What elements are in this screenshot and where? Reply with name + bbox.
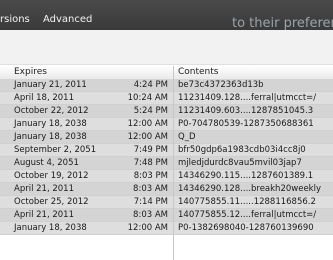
expires-date: January 21, 2011 (14, 80, 87, 90)
expires-time: 8:03 AM (133, 210, 168, 220)
table-row[interactable]: April 21, 2011 8:03 AM 140775855.12....fer… (0, 209, 333, 222)
search-bar-area: 🔍︎ ✕ (0, 30, 333, 92)
expires-time: 12:00 AM (127, 132, 168, 142)
expires-time: 12:00 AM (127, 223, 168, 233)
cookie-preferences-window: rsions Advanced to their preferenc 🔍︎ ✕ … (0, 0, 333, 260)
expires-date: August 4, 2051 (14, 158, 79, 168)
cookie-contents: P0-704780539-1287350688361 (178, 119, 314, 129)
expires-date: April 18, 2011 (14, 93, 74, 103)
background-window-text: to their preferenc (232, 16, 333, 31)
table-row[interactable]: August 4, 2051 7:48 PM mjledjdurdc8vau5mvi… (0, 157, 333, 170)
expires-time: 8:03 AM (133, 184, 168, 194)
cookie-contents: 11231409.603....1287851045.3 (178, 106, 314, 116)
expires-date: October 19, 2012 (14, 171, 89, 181)
expires-date: January 18, 2038 (14, 223, 87, 233)
table-row[interactable]: October 25, 2012 7:14 PM 140775855.11.....… (0, 196, 333, 209)
tab-versions[interactable]: rsions (0, 14, 30, 25)
table-row[interactable]: October 22, 2012 5:24 PM 11231409.603....1… (0, 105, 333, 118)
toolbar-tabs: rsions Advanced (0, 14, 102, 25)
table-row[interactable]: January 18, 2038 12:00 AM P0-704780539-128… (0, 118, 333, 131)
cookie-contents: be73c4372363d13b (178, 80, 264, 90)
cookie-contents: 14346290.128....breakh20weekly (178, 184, 321, 194)
table-header: Expires Contents (0, 66, 333, 80)
table-row[interactable]: January 21, 2011 4:24 PM be73c4372363d13b (0, 79, 333, 92)
cookie-contents: 11231409.128....ferral|utmcct=/ (178, 93, 317, 103)
table-row[interactable]: January 18, 2038 12:00 AM Q_D (0, 131, 333, 144)
expires-time: 7:14 PM (133, 197, 168, 207)
expires-date: April 21, 2011 (14, 184, 74, 194)
expires-date: September 2, 2051 (14, 145, 97, 155)
expires-time: 5:24 PM (133, 106, 168, 116)
cookie-contents: 14346290.115....1287601389.1 (178, 171, 314, 181)
expires-time: 7:49 PM (133, 145, 168, 155)
expires-date: January 18, 2038 (14, 132, 87, 142)
expires-time: 4:24 PM (133, 80, 168, 90)
expires-date: October 22, 2012 (14, 106, 89, 116)
cookie-contents: mjledjdurdc8vau5mvil03jap7 (178, 158, 302, 168)
table-row[interactable]: April 21, 2011 8:03 AM 14346290.128....bre… (0, 183, 333, 196)
cookie-contents: bfr50gdp6a1983cdb03i4cc8j0 (178, 145, 306, 155)
table-row[interactable]: April 18, 2011 10:24 AM 11231409.128....fe… (0, 92, 333, 105)
table-body: January 21, 2011 4:24 PM be73c4372363d13b A… (0, 79, 333, 235)
expires-time: 10:24 AM (127, 93, 168, 103)
table-row[interactable]: September 2, 2051 7:49 PM bfr50gdp6a1983cd… (0, 144, 333, 157)
column-header-contents[interactable]: Contents (178, 67, 218, 77)
cookie-contents: 140775855.12....ferral|utmcct=/ (178, 210, 317, 220)
preferences-toolbar: rsions Advanced to their preferenc (0, 0, 333, 31)
table-row[interactable]: October 19, 2012 8:03 PM 14346290.115....1… (0, 170, 333, 183)
column-divider (173, 66, 174, 260)
column-header-expires[interactable]: Expires (14, 67, 47, 77)
cookies-table: Expires Contents January 21, 2011 4:24 PM… (0, 66, 333, 260)
expires-time: 8:03 PM (133, 171, 168, 181)
expires-date: October 25, 2012 (14, 197, 89, 207)
expires-date: January 18, 2038 (14, 119, 87, 129)
tab-advanced[interactable]: Advanced (43, 14, 92, 25)
expires-time: 7:48 PM (133, 158, 168, 168)
expires-date: April 21, 2011 (14, 210, 74, 220)
cookie-contents: P0-1382698040-128760139690 (178, 223, 314, 233)
expires-time: 12:00 AM (127, 119, 168, 129)
cookie-contents: Q_D (178, 132, 196, 142)
table-row[interactable]: January 18, 2038 12:00 AM P0-1382698040-12… (0, 222, 333, 235)
cookie-contents: 140775855.11.....1288116856.2 (178, 197, 316, 207)
